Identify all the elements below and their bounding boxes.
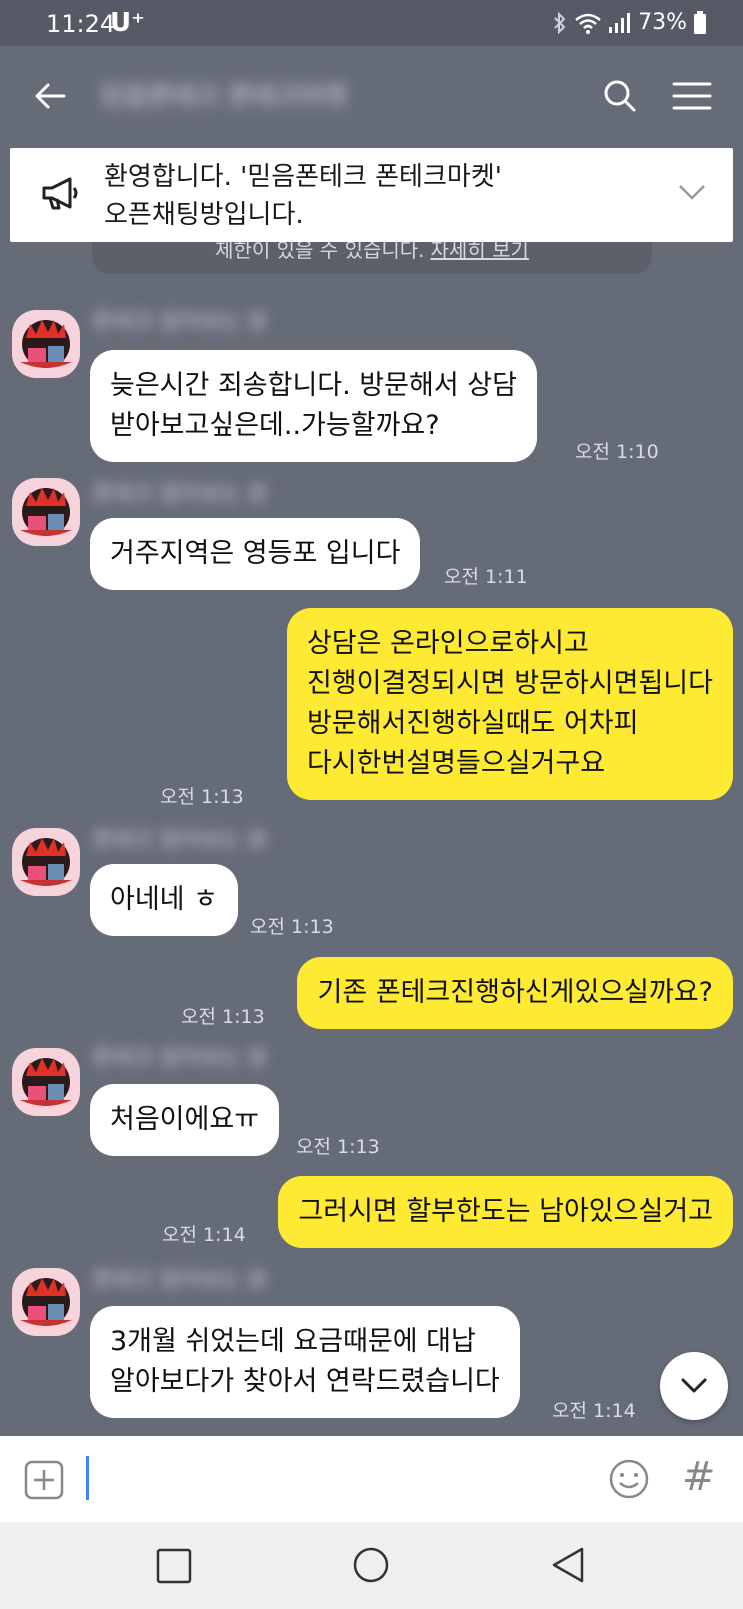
- chat-header: 믿음폰테크 폰테크마켓: [0, 46, 743, 146]
- message-line: 그러시면 할부한도는 남아있으실거고: [298, 1196, 713, 1227]
- message-timestamp: 오전 1:13: [296, 1136, 380, 1158]
- menu-icon[interactable]: [670, 76, 714, 116]
- message-line: 거주지역은 영등포 입니다: [110, 538, 401, 569]
- message-timestamp: 오전 1:13: [250, 916, 334, 938]
- message-timestamp: 오전 1:14: [162, 1224, 246, 1246]
- sender-name: 폰테크 알아보는 분: [92, 828, 268, 853]
- back-arrow-icon[interactable]: [30, 76, 70, 116]
- megaphone-icon: [40, 174, 84, 214]
- message-line: 늦은시간 죄송합니다. 방문해서 상담: [110, 370, 517, 401]
- avatar[interactable]: [12, 310, 80, 378]
- hashtag-button[interactable]: #: [682, 1454, 716, 1500]
- battery-percent: 73%: [638, 10, 687, 35]
- message-timestamp: 오전 1:13: [160, 786, 244, 808]
- avatar[interactable]: [12, 828, 80, 896]
- signal-icon: [608, 12, 632, 34]
- message-line: 방문해서진행하실때도 어차피: [306, 708, 639, 739]
- status-bar: 11:24 U⁺ 73%: [0, 0, 743, 46]
- message-line: 기존 폰테크진행하신게있으실까요?: [317, 977, 713, 1008]
- room-title: 믿음폰테크 폰테크마켓: [100, 82, 348, 112]
- incoming-message-bubble[interactable]: 거주지역은 영등포 입니다: [90, 518, 421, 590]
- message-line: 아네네 ㅎ: [110, 884, 218, 915]
- avatar[interactable]: [12, 1268, 80, 1336]
- battery-icon: [693, 10, 707, 35]
- sender-name: 폰테크 알아보는 분: [92, 482, 268, 507]
- message-timestamp: 오전 1:14: [552, 1400, 636, 1422]
- notice-banner[interactable]: 환영합니다. '믿음폰테크 폰테크마켓' 오픈채팅방입니다.: [10, 148, 733, 242]
- outgoing-message-bubble[interactable]: 상담은 온라인으로하시고진행이결정되시면 방문하시면됩니다방문해서진행하실때도 …: [286, 608, 733, 800]
- scroll-down-button[interactable]: [660, 1352, 728, 1420]
- home-icon[interactable]: [352, 1546, 390, 1588]
- message-line: 받아보고싶은데..가능할까요?: [110, 410, 440, 441]
- message-timestamp: 오전 1:10: [575, 441, 659, 463]
- bluetooth-icon: [552, 11, 568, 35]
- outgoing-message-bubble[interactable]: 기존 폰테크진행하신게있으실까요?: [297, 957, 733, 1029]
- carrier-label: U⁺: [110, 8, 145, 38]
- notice-text: 환영합니다. '믿음폰테크 폰테크마켓' 오픈채팅방입니다.: [104, 158, 664, 234]
- status-time: 11:24: [46, 10, 116, 38]
- message-line: 진행이결정되시면 방문하시면됩니다: [306, 668, 713, 699]
- message-line: 다시한번설명들으실거구요: [306, 748, 606, 779]
- text-caret: [86, 1456, 89, 1500]
- notice-line-1: 환영합니다. '믿음폰테크 폰테크마켓': [104, 162, 502, 192]
- chevron-down-icon[interactable]: [677, 180, 707, 204]
- sender-name: 폰테크 알아보는 분: [92, 1046, 268, 1071]
- status-icons: 73%: [552, 10, 707, 35]
- message-timestamp: 오전 1:13: [181, 1006, 265, 1028]
- message-line: 처음이에요ㅠ: [110, 1104, 260, 1135]
- incoming-message-bubble[interactable]: 늦은시간 죄송합니다. 방문해서 상담받아보고싶은데..가능할까요?: [90, 350, 537, 462]
- message-line: 상담은 온라인으로하시고: [306, 628, 589, 659]
- input-bar: #: [0, 1436, 743, 1522]
- incoming-message-bubble[interactable]: 아네네 ㅎ: [90, 864, 238, 936]
- notice-line-2: 오픈채팅방입니다.: [104, 200, 304, 230]
- outgoing-message-bubble[interactable]: 그러시면 할부한도는 남아있으실거고: [278, 1176, 733, 1248]
- system-nav-bar: [0, 1522, 743, 1609]
- incoming-message-bubble[interactable]: 처음이에요ㅠ: [90, 1084, 280, 1156]
- nav-back-icon[interactable]: [550, 1546, 586, 1588]
- incoming-message-bubble[interactable]: 3개월 쉬었는데 요금때문에 대납알아보다가 찾아서 연락드렸습니다: [90, 1306, 520, 1418]
- search-icon[interactable]: [600, 76, 640, 116]
- sender-name: 폰테크 알아보는 분: [92, 1268, 268, 1293]
- message-timestamp: 오전 1:11: [444, 566, 528, 588]
- message-line: 알아보다가 찾아서 연락드렸습니다: [110, 1366, 500, 1397]
- add-icon[interactable]: [24, 1460, 64, 1500]
- avatar[interactable]: [12, 1048, 80, 1116]
- emoji-icon[interactable]: [608, 1458, 650, 1500]
- message-input[interactable]: [94, 1454, 574, 1504]
- avatar[interactable]: [12, 478, 80, 546]
- message-line: 3개월 쉬었는데 요금때문에 대납: [110, 1326, 476, 1357]
- wifi-icon: [574, 12, 602, 34]
- sender-name: 폰테크 알아보는 분: [92, 310, 268, 335]
- recent-apps-icon[interactable]: [156, 1548, 192, 1588]
